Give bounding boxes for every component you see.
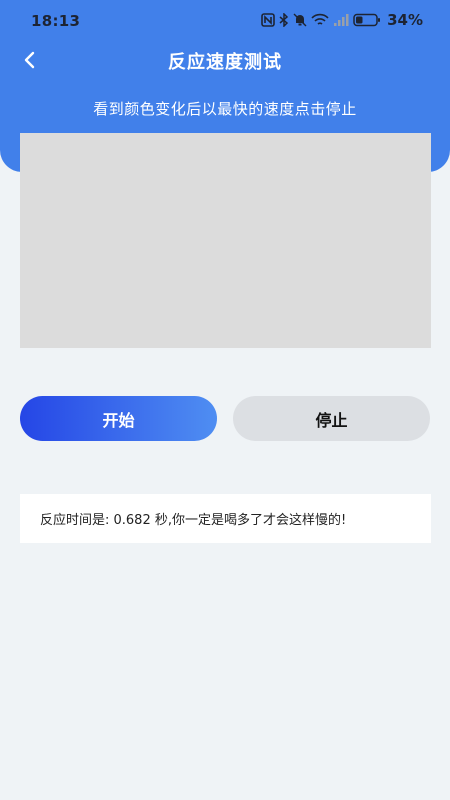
status-time: 18:13 (31, 12, 81, 30)
bluetooth-icon (279, 13, 289, 27)
battery-percent: 34% (387, 11, 423, 29)
reaction-test-screen: 18:13 34% 反应速度测试 看到颜色变化后以最快的速度点击停止 开始 停止… (0, 0, 450, 800)
top-bar: 反应速度测试 (0, 42, 450, 78)
start-button[interactable]: 开始 (20, 396, 217, 441)
page-title: 反应速度测试 (168, 52, 282, 73)
result-card: 反应时间是: 0.682 秒,你一定是喝多了才会这样慢的! (20, 494, 431, 543)
nfc-icon (261, 13, 275, 27)
reaction-test-area[interactable] (20, 133, 431, 348)
wifi-icon (311, 13, 329, 27)
status-icons: 34% (261, 11, 423, 29)
instruction-text: 看到颜色变化后以最快的速度点击停止 (93, 100, 357, 118)
status-bar: 18:13 34% (0, 0, 450, 42)
mute-icon (293, 13, 307, 27)
signal-icon (333, 13, 349, 27)
result-text: 反应时间是: 0.682 秒,你一定是喝多了才会这样慢的! (40, 513, 347, 528)
stop-button[interactable]: 停止 (233, 396, 430, 441)
battery-icon (353, 13, 381, 27)
